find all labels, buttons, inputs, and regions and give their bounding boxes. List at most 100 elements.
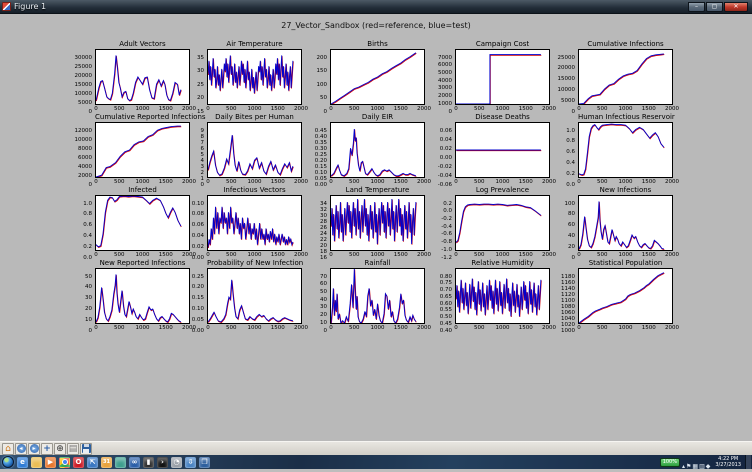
y-axis-ticks: 0.000.050.100.150.200.25	[174, 268, 205, 324]
x-axis-ticks: 0500100015002000	[578, 106, 673, 113]
start-button[interactable]	[2, 456, 14, 468]
plot-area	[207, 268, 302, 324]
plot-lines	[208, 50, 301, 104]
document-app2-icon[interactable]: ❐	[199, 457, 210, 468]
window-titlebar: Figure 1 – ▢ ✕	[0, 0, 752, 14]
y-axis-ticks: 01000200030004000500060007000	[422, 49, 453, 105]
test-line	[579, 54, 664, 104]
plot-lines	[579, 269, 672, 323]
subplots-button[interactable]: ▤	[67, 443, 79, 455]
subplot-air-temperature: Air Temperature 1520253035 0500100015002…	[174, 40, 304, 113]
plot-area	[330, 122, 425, 178]
battery-indicator[interactable]: 100%	[660, 458, 680, 467]
tray-icon-4[interactable]: ◆	[706, 463, 711, 470]
subplot-relative-humidity: Relative Humidity 0.400.450.500.550.600.…	[422, 259, 552, 332]
plot-lines	[331, 196, 424, 250]
subplot-statistical-population: Statistical Population 10001020104010601…	[545, 259, 675, 332]
test-line	[331, 269, 416, 323]
screen: { "window": { "title": "Figure 1", "mini…	[0, 0, 752, 469]
calendar-icon[interactable]: 31	[101, 457, 112, 468]
plot-area	[455, 49, 550, 105]
home-button[interactable]: ⌂	[2, 443, 14, 455]
minimize-button[interactable]: –	[688, 2, 705, 12]
reference-line	[579, 125, 664, 176]
chrome-icon[interactable]	[59, 457, 70, 468]
explorer-folder-icon[interactable]	[31, 457, 42, 468]
plot-lines	[579, 196, 672, 250]
subplot-title: Rainfall	[330, 259, 425, 267]
y-axis-ticks: 050001000015000200002500030000	[62, 49, 93, 105]
subplot-daily-bites-per-human: Daily Bites per Human 0123456789 0500100…	[174, 113, 304, 186]
console-monitor-icon[interactable]: ▮	[143, 457, 154, 468]
test-line	[456, 55, 541, 104]
figure-suptitle: 27_Vector_Sandbox (red=reference, blue=t…	[0, 21, 752, 30]
tray-icon-1[interactable]: ⚑	[686, 463, 691, 470]
plot-lines	[456, 269, 549, 323]
tray-icon-3[interactable]: ▥	[699, 463, 705, 470]
subplot-title: Relative Humidity	[455, 259, 550, 267]
green-app-icon[interactable]	[115, 457, 126, 468]
zoom-button[interactable]: ⊕	[54, 443, 66, 455]
close-button[interactable]: ✕	[724, 2, 748, 12]
back-button[interactable]: ◂	[15, 443, 27, 455]
test-line	[96, 274, 181, 322]
document-app-icon[interactable]: ⇩	[185, 457, 196, 468]
plot-lines	[331, 123, 424, 177]
x-axis-ticks: 0500100015002000	[455, 179, 550, 186]
x-axis-ticks: 0500100015002000	[330, 106, 425, 113]
remote-desktop-icon[interactable]: ⇱	[87, 457, 98, 468]
plot-lines	[456, 196, 549, 250]
blue-rings-icon[interactable]: ∞	[129, 457, 140, 468]
subplot-title: Campaign Cost	[455, 40, 550, 48]
clock-date: 3/27/2013	[715, 462, 741, 468]
taskbar-apps: e ▶ O⇱31 ∞▮›◔⇩❐	[17, 457, 660, 468]
reference-line	[331, 270, 416, 323]
plot-lines	[331, 269, 424, 323]
internet-explorer-icon[interactable]: e	[17, 457, 28, 468]
plot-area	[455, 122, 550, 178]
x-axis-ticks: 0500100015002000	[207, 252, 302, 259]
subplot-land-temperature: Land Temperature 16182022242628303234 05…	[297, 186, 427, 259]
plot-area	[207, 122, 302, 178]
pan-button[interactable]: +	[41, 443, 53, 455]
tray-icon-2[interactable]: ▦	[692, 463, 698, 470]
forward-button[interactable]: ▸	[28, 443, 40, 455]
plot-lines	[208, 269, 301, 323]
subplot-title: Statistical Population	[578, 259, 673, 267]
test-line	[579, 273, 664, 323]
subplot-title: Probability of New Infection	[207, 259, 302, 267]
test-line	[208, 280, 293, 322]
test-line	[331, 53, 416, 104]
maximize-button[interactable]: ▢	[706, 2, 723, 12]
media-player-icon[interactable]: ▶	[45, 457, 56, 468]
x-axis-ticks: 0500100015002000	[455, 106, 550, 113]
figure-canvas: 27_Vector_Sandbox (red=reference, blue=t…	[0, 14, 752, 441]
plot-area	[330, 195, 425, 251]
save-button[interactable]	[80, 443, 92, 455]
y-axis-ticks: 050100150200	[297, 49, 328, 105]
tray-icon-0[interactable]: ▴	[682, 463, 685, 470]
subplot-infectious-vectors: Infectious Vectors 0.000.020.040.060.080…	[174, 186, 304, 259]
x-axis-ticks: 0500100015002000	[207, 106, 302, 113]
y-axis-ticks: 0.000.020.040.060.080.10	[174, 195, 205, 251]
opera-icon[interactable]: O	[73, 457, 84, 468]
taskbar-clock[interactable]: 4:22 PM 3/27/2013	[715, 456, 741, 468]
command-prompt-icon[interactable]: ›	[157, 457, 168, 468]
test-line	[96, 55, 181, 100]
plot-area	[578, 195, 673, 251]
plot-lines	[456, 50, 549, 104]
plot-area	[330, 49, 425, 105]
plot-area	[578, 49, 673, 105]
y-axis-ticks: -0.06-0.04-0.020.000.020.040.06	[422, 122, 453, 178]
x-axis-ticks: 0500100015002000	[455, 325, 550, 332]
x-axis-ticks: 0500100015002000	[207, 179, 302, 186]
reference-line	[96, 197, 181, 248]
reference-line	[208, 281, 293, 323]
reference-line	[208, 136, 293, 176]
clock-pie-icon[interactable]: ◔	[171, 457, 182, 468]
plot-area	[207, 195, 302, 251]
subplot-title: Human Infectious Reservoir	[578, 113, 673, 121]
show-desktop-button[interactable]	[745, 455, 751, 469]
subplot-log-prevalence: Log Prevalence -1.2-1.0-0.8-0.6-0.4-0.20…	[422, 186, 552, 259]
plot-lines	[208, 196, 301, 250]
